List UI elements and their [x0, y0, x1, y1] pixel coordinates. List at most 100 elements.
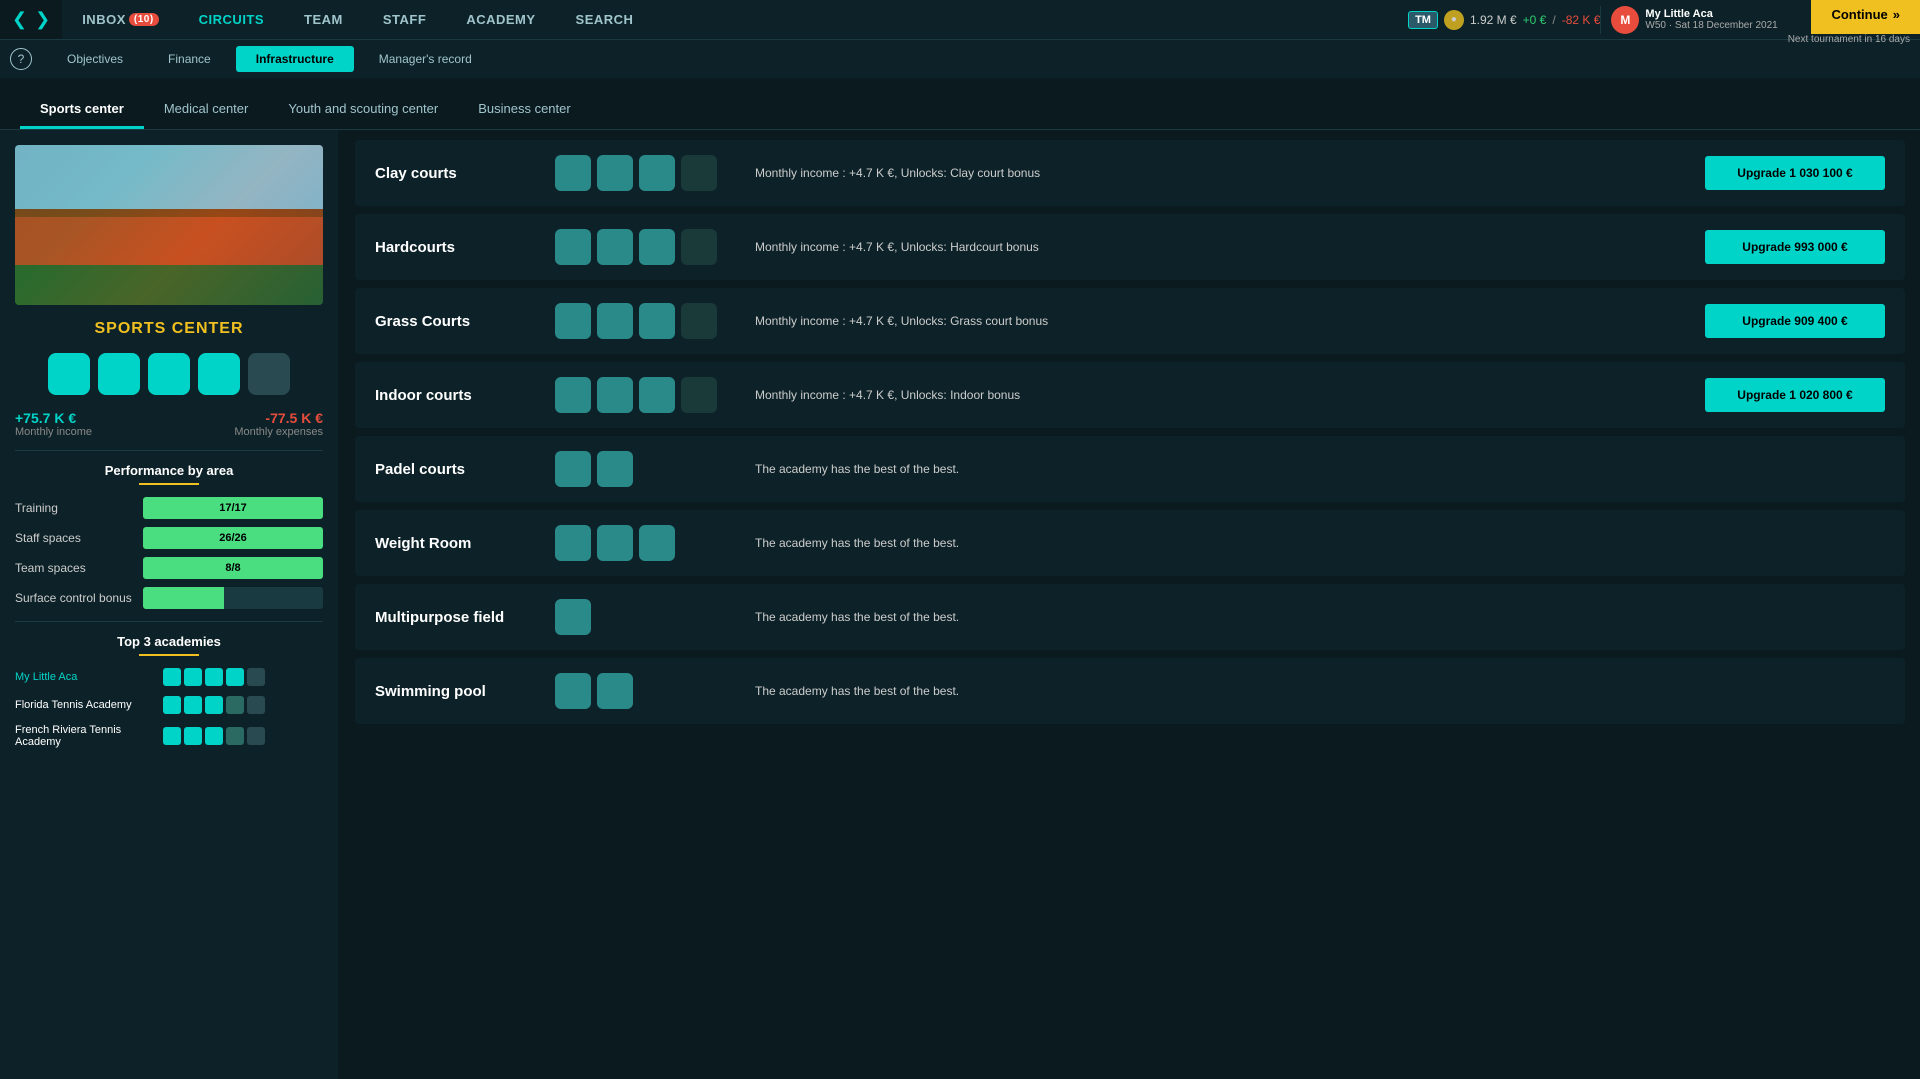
monthly-income-val: +75.7 K €	[15, 410, 92, 426]
sub-nav-finance[interactable]: Finance	[148, 46, 231, 72]
tab-youth-scouting[interactable]: Youth and scouting center	[268, 91, 458, 129]
profile-name: My Little Aca	[1645, 8, 1777, 20]
sub-nav-managers-record[interactable]: Manager's record	[359, 46, 492, 72]
money-display: TM ● 1.92 M € +0 € / -82 K €	[1408, 10, 1600, 30]
inbox-badge: (10)	[129, 13, 159, 26]
profile-date: W50 · Sat 18 December 2021	[1645, 20, 1777, 31]
tab-medical-center[interactable]: Medical center	[144, 91, 269, 129]
weight-room-stars	[555, 525, 735, 561]
tab-business-center[interactable]: Business center	[458, 91, 591, 129]
swimming-pool-desc: The academy has the best of the best.	[755, 684, 1885, 698]
perf-staff-spaces: Staff spaces 26/26	[15, 527, 323, 549]
academy-row-1: My Little Aca	[15, 668, 323, 686]
star-1	[48, 353, 90, 395]
academy-1-stars	[163, 668, 265, 686]
academy-row-2: Florida Tennis Academy	[15, 696, 323, 714]
star-4	[198, 353, 240, 395]
nav-team[interactable]: TEAM	[284, 0, 363, 39]
monthly-expenses-val: -77.5 K €	[234, 410, 323, 426]
facility-padel-courts: Padel courts The academy has the best of…	[355, 436, 1905, 502]
facility-clay-courts: Clay courts Monthly income : +4.7 K €, U…	[355, 140, 1905, 206]
star-3	[148, 353, 190, 395]
help-icon[interactable]: ?	[10, 48, 32, 70]
perf-surface-control: Surface control bonus	[15, 587, 323, 609]
expense-amount: -82 K €	[1562, 13, 1601, 27]
academy-3-name: French Riviera Tennis Academy	[15, 724, 155, 748]
avatar: M	[1611, 6, 1639, 34]
stars-row	[15, 353, 323, 395]
academy-row-3: French Riviera Tennis Academy	[15, 724, 323, 748]
academy-2-stars	[163, 696, 265, 714]
multipurpose-field-name: Multipurpose field	[375, 609, 535, 626]
indoor-courts-name: Indoor courts	[375, 387, 535, 404]
perf-title: Performance by area	[15, 463, 323, 478]
grass-courts-name: Grass Courts	[375, 313, 535, 330]
nav-academy[interactable]: ACADEMY	[446, 0, 555, 39]
hardcourts-stars	[555, 229, 735, 265]
tm-badge: TM	[1408, 11, 1438, 29]
grass-courts-upgrade-btn[interactable]: Upgrade 909 400 €	[1705, 304, 1885, 338]
swimming-pool-name: Swimming pool	[375, 683, 535, 700]
nav-staff[interactable]: STAFF	[363, 0, 446, 39]
nav-forward[interactable]: ❯	[31, 9, 54, 30]
facility-multipurpose-field: Multipurpose field The academy has the b…	[355, 584, 1905, 650]
multipurpose-field-desc: The academy has the best of the best.	[755, 610, 1885, 624]
monthly-expenses-label: Monthly expenses	[234, 426, 323, 438]
facility-indoor-courts: Indoor courts Monthly income : +4.7 K €,…	[355, 362, 1905, 428]
nav-items: INBOX (10) CIRCUITS TEAM STAFF ACADEMY S…	[62, 0, 1408, 39]
hardcourts-desc: Monthly income : +4.7 K €, Unlocks: Hard…	[755, 240, 1685, 254]
nav-circuits[interactable]: CIRCUITS	[179, 0, 284, 39]
clay-courts-name: Clay courts	[375, 165, 535, 182]
star-2	[98, 353, 140, 395]
perf-training: Training 17/17	[15, 497, 323, 519]
left-panel: SPORTS CENTER +75.7 K € Monthly income -…	[0, 130, 340, 1079]
perf-underline	[139, 483, 199, 485]
facility-hardcourts: Hardcourts Monthly income : +4.7 K €, Un…	[355, 214, 1905, 280]
academy-3-stars	[163, 727, 265, 745]
swimming-pool-stars	[555, 673, 735, 709]
multipurpose-field-stars	[555, 599, 735, 635]
facility-grass-courts: Grass Courts Monthly income : +4.7 K €, …	[355, 288, 1905, 354]
nav-inbox[interactable]: INBOX (10)	[62, 0, 178, 39]
perf-team-spaces: Team spaces 8/8	[15, 557, 323, 579]
income-amount: +0 €	[1523, 13, 1547, 27]
padel-courts-stars	[555, 451, 735, 487]
facility-weight-room: Weight Room The academy has the best of …	[355, 510, 1905, 576]
padel-courts-desc: The academy has the best of the best.	[755, 462, 1885, 476]
hardcourts-name: Hardcourts	[375, 239, 535, 256]
hardcourts-upgrade-btn[interactable]: Upgrade 993 000 €	[1705, 230, 1885, 264]
weight-room-name: Weight Room	[375, 535, 535, 552]
indoor-courts-stars	[555, 377, 735, 413]
indoor-courts-desc: Monthly income : +4.7 K €, Unlocks: Indo…	[755, 388, 1685, 402]
nav-search[interactable]: SEARCH	[556, 0, 654, 39]
money-amount: 1.92 M €	[1470, 13, 1517, 27]
tab-sports-center[interactable]: Sports center	[20, 91, 144, 129]
indoor-courts-upgrade-btn[interactable]: Upgrade 1 020 800 €	[1705, 378, 1885, 412]
grass-courts-stars	[555, 303, 735, 339]
top3-underline	[139, 654, 199, 656]
top3-title: Top 3 academies	[15, 634, 323, 649]
weight-room-desc: The academy has the best of the best.	[755, 536, 1885, 550]
continue-button[interactable]: Continue »	[1811, 0, 1920, 34]
academy-1-name: My Little Aca	[15, 671, 155, 683]
finance-row: +75.7 K € Monthly income -77.5 K € Month…	[15, 410, 323, 438]
right-panel: Clay courts Monthly income : +4.7 K €, U…	[340, 130, 1920, 1079]
nav-right: TM ● 1.92 M € +0 € / -82 K € M My Little…	[1408, 0, 1920, 45]
facility-swimming-pool: Swimming pool The academy has the best o…	[355, 658, 1905, 724]
facility-title: SPORTS CENTER	[15, 320, 323, 338]
clay-courts-upgrade-btn[interactable]: Upgrade 1 030 100 €	[1705, 156, 1885, 190]
tab-bar: Sports center Medical center Youth and s…	[0, 80, 1920, 130]
grass-courts-desc: Monthly income : +4.7 K €, Unlocks: Gras…	[755, 314, 1685, 328]
next-tournament: Next tournament in 16 days	[1788, 34, 1920, 45]
coin-icon: ●	[1444, 10, 1464, 30]
top-nav: ❮ ❯ INBOX (10) CIRCUITS TEAM STAFF ACADE…	[0, 0, 1920, 40]
profile-area[interactable]: M My Little Aca W50 · Sat 18 December 20…	[1600, 6, 1787, 34]
monthly-income-label: Monthly income	[15, 426, 92, 438]
facility-image	[15, 145, 323, 305]
star-5	[248, 353, 290, 395]
padel-courts-name: Padel courts	[375, 461, 535, 478]
sub-nav-objectives[interactable]: Objectives	[47, 46, 143, 72]
nav-arrows: ❮ ❯	[0, 0, 62, 39]
sub-nav-infrastructure[interactable]: Infrastructure	[236, 46, 354, 72]
nav-back[interactable]: ❮	[8, 9, 31, 30]
